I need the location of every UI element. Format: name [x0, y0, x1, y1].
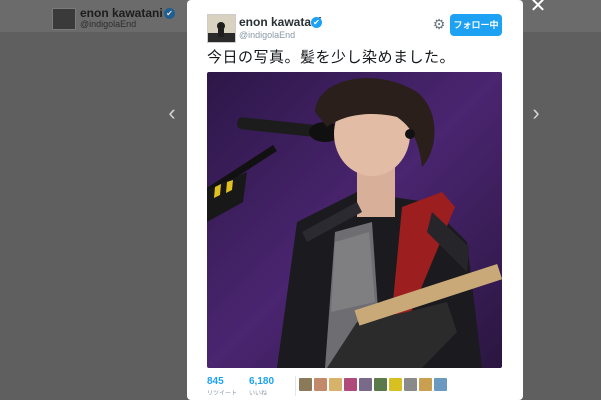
liker-avatar[interactable] — [299, 378, 312, 391]
liker-avatar[interactable] — [344, 378, 357, 391]
liker-avatar[interactable] — [389, 378, 402, 391]
following-button[interactable]: フォロー中 — [450, 14, 502, 36]
verified-icon: ✔ — [164, 8, 175, 19]
tweet-stats: 845 リツイート 6,180 いいね — [207, 372, 507, 400]
liker-avatar[interactable] — [374, 378, 387, 391]
retweets-label: リツイート — [207, 391, 238, 397]
liker-avatar[interactable] — [434, 378, 447, 391]
previous-arrow-icon[interactable]: ‹ — [162, 100, 182, 126]
next-arrow-icon[interactable]: › — [526, 100, 546, 126]
stats-divider — [295, 376, 296, 396]
tweet-modal: enon kawatani ✔ @indigolaEnd ⚙ フォロー中 今日の… — [187, 0, 523, 400]
background-profile-handle: @indigolaEnd — [80, 19, 137, 29]
author-avatar-image — [208, 15, 235, 42]
background-avatar — [52, 8, 76, 30]
retweets-count: 845 — [207, 376, 224, 387]
liker-avatar[interactable] — [419, 378, 432, 391]
background-profile-name: enon kawatani — [80, 6, 163, 20]
author-name[interactable]: enon kawatani — [239, 15, 322, 29]
tweet-photo-image — [207, 72, 502, 368]
author-handle[interactable]: @indigolaEnd — [239, 30, 295, 40]
verified-badge-icon: ✔ — [311, 17, 322, 28]
liker-avatar[interactable] — [314, 378, 327, 391]
tweet-photo[interactable] — [207, 72, 502, 368]
liker-avatars — [299, 378, 449, 392]
retweets-stat[interactable]: 845 リツイート — [207, 376, 237, 397]
likes-count: 6,180 — [249, 376, 275, 387]
author-avatar[interactable] — [207, 14, 236, 43]
gear-icon[interactable]: ⚙ — [431, 16, 447, 32]
close-icon[interactable]: ✕ — [528, 0, 548, 16]
likes-label: いいね — [249, 391, 268, 397]
liker-avatar[interactable] — [359, 378, 372, 391]
likes-stat[interactable]: 6,180 いいね — [249, 376, 274, 397]
tweet-text: 今日の写真。髪を少し染めました。 — [207, 49, 456, 66]
liker-avatar[interactable] — [329, 378, 342, 391]
liker-avatar[interactable] — [404, 378, 417, 391]
